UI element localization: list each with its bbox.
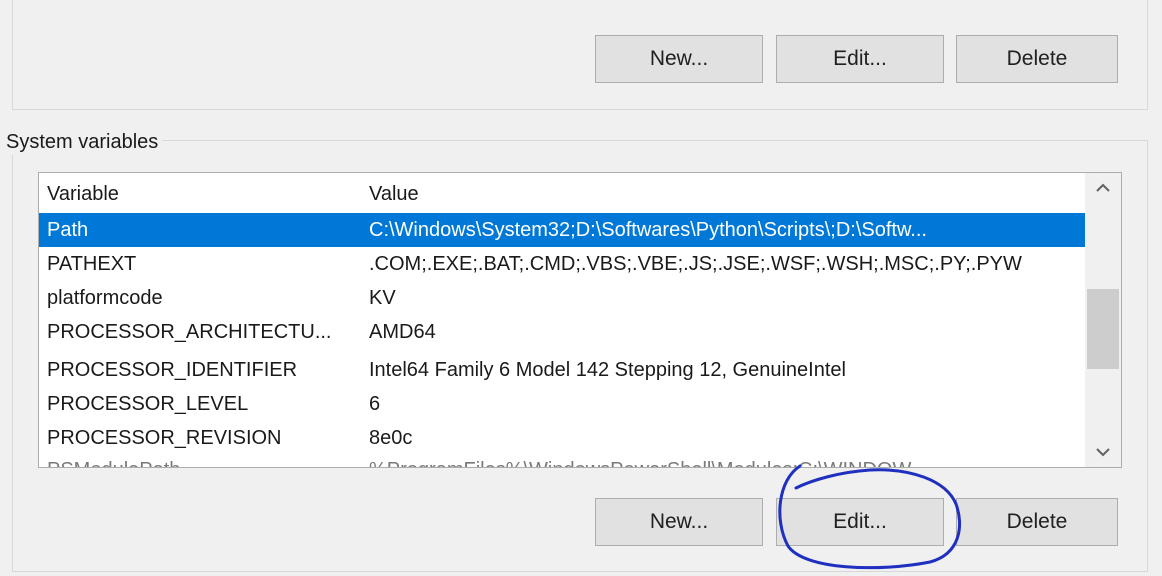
- value-cell: 6: [369, 393, 381, 415]
- column-header-value[interactable]: Value: [369, 177, 1081, 211]
- variable-cell: Path: [47, 219, 89, 241]
- user-edit-button[interactable]: Edit...: [776, 35, 944, 83]
- value-cell: Intel64 Family 6 Model 142 Stepping 12, …: [369, 359, 846, 381]
- value-cell: .COM;.EXE;.BAT;.CMD;.VBS;.VBE;.JS;.JSE;.…: [369, 253, 1022, 275]
- variable-cell: platformcode: [47, 287, 163, 309]
- table-row[interactable]: platformcode KV: [39, 281, 1085, 315]
- value-cell: KV: [369, 287, 396, 309]
- annotation-circle: [778, 464, 962, 570]
- variable-cell: PROCESSOR_IDENTIFIER: [47, 359, 298, 381]
- system-new-button[interactable]: New...: [595, 498, 763, 546]
- table-row[interactable]: PROCESSOR_LEVEL 6: [39, 387, 1085, 421]
- table-row[interactable]: PATHEXT .COM;.EXE;.BAT;.CMD;.VBS;.VBE;.J…: [39, 247, 1085, 281]
- column-header-variable[interactable]: Variable: [47, 177, 357, 211]
- system-variables-list[interactable]: Variable Value Path C:\Windows\System32;…: [38, 172, 1122, 468]
- value-cell: C:\Windows\System32;D:\Softwares\Python\…: [369, 219, 927, 241]
- user-new-button[interactable]: New...: [595, 35, 763, 83]
- system-variables-label: System variables: [2, 129, 163, 155]
- variable-cell: PATHEXT: [47, 253, 137, 275]
- table-row[interactable]: PROCESSOR_IDENTIFIER Intel64 Family 6 Mo…: [39, 353, 1085, 387]
- variable-cell: PROCESSOR_ARCHITECTU...: [47, 321, 332, 343]
- vertical-scrollbar[interactable]: [1085, 173, 1121, 467]
- chevron-up-icon[interactable]: [1085, 173, 1121, 203]
- variable-cell: PSModulePath: [47, 453, 357, 467]
- variable-cell: PROCESSOR_LEVEL: [47, 393, 249, 415]
- list-header: Variable Value: [39, 177, 1085, 211]
- user-delete-button[interactable]: Delete: [956, 35, 1118, 83]
- scroll-thumb[interactable]: [1087, 289, 1119, 369]
- variable-cell: PROCESSOR_REVISION: [47, 427, 282, 449]
- value-cell: AMD64: [369, 321, 436, 343]
- chevron-down-icon[interactable]: [1085, 437, 1121, 467]
- table-row-path[interactable]: Path C:\Windows\System32;D:\Softwares\Py…: [39, 213, 1085, 247]
- table-row[interactable]: PROCESSOR_ARCHITECTU... AMD64: [39, 315, 1085, 349]
- system-delete-button[interactable]: Delete: [956, 498, 1118, 546]
